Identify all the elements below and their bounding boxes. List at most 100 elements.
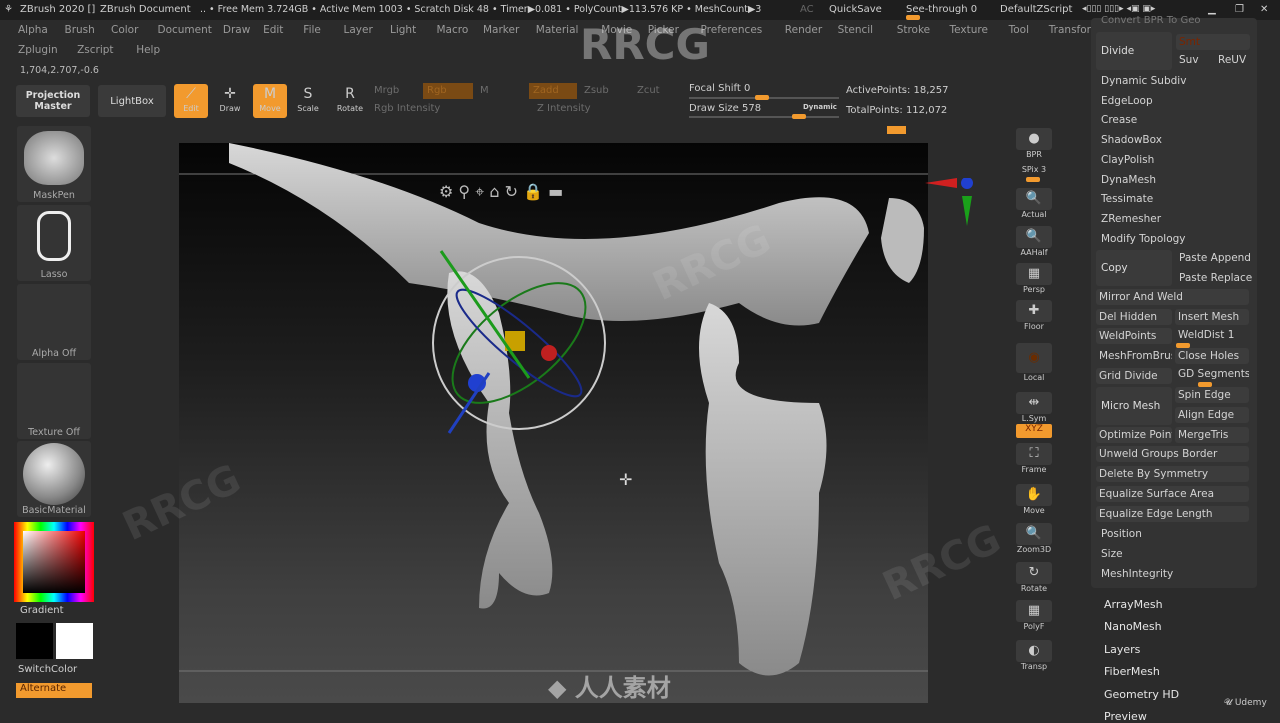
- modify-topology-header[interactable]: Modify Topology: [1101, 233, 1186, 245]
- paste-append-button[interactable]: Paste Append: [1179, 252, 1251, 264]
- menu-zplugin[interactable]: Zplugin: [18, 44, 58, 56]
- menu-picker[interactable]: Picker: [648, 24, 679, 36]
- draw-size-knob[interactable]: [792, 114, 806, 119]
- draw-size-slider[interactable]: Draw Size 578: [689, 103, 761, 114]
- minimize-icon[interactable]: ▁: [1208, 4, 1216, 15]
- menu-material[interactable]: Material: [536, 24, 579, 36]
- lsym-button[interactable]: ⇹ L.Sym: [1016, 392, 1052, 423]
- rotate-mode-button[interactable]: R Rotate: [333, 84, 367, 113]
- quicksave-button[interactable]: QuickSave: [829, 4, 882, 15]
- divide-button[interactable]: Divide: [1096, 32, 1172, 70]
- menu-file[interactable]: File: [303, 24, 321, 36]
- menu-alpha[interactable]: Alpha: [18, 24, 48, 36]
- zsub-button[interactable]: Zsub: [584, 85, 609, 96]
- ac-button[interactable]: AC: [800, 4, 814, 15]
- menu-stroke[interactable]: Stroke: [897, 24, 930, 36]
- zremesher-subpalette[interactable]: ZRemesher: [1101, 213, 1161, 225]
- rotate-button[interactable]: ↻ Rotate: [1016, 562, 1052, 593]
- weldpoints-button[interactable]: WeldPoints: [1096, 328, 1172, 344]
- convert-bpr-header[interactable]: Convert BPR To Geo: [1101, 15, 1200, 26]
- rgb-button[interactable]: Rgb: [423, 83, 473, 99]
- spix-slider[interactable]: SPix 3: [1016, 165, 1052, 182]
- close-icon[interactable]: ✕: [1260, 4, 1268, 15]
- menu-stencil[interactable]: Stencil: [838, 24, 874, 36]
- move-button[interactable]: ✋ Move: [1016, 484, 1052, 515]
- alternate-button[interactable]: Alternate: [16, 683, 92, 698]
- menu-light[interactable]: Light: [390, 24, 416, 36]
- menu-draw[interactable]: Draw: [223, 24, 250, 36]
- shelf-resize-handle[interactable]: [887, 126, 906, 134]
- xyz-toggle[interactable]: XYZ: [1016, 424, 1052, 438]
- tessimate-subpalette[interactable]: Tessimate: [1101, 193, 1153, 205]
- primary-color-swatch[interactable]: [56, 623, 93, 659]
- suv-toggle[interactable]: Suv: [1179, 54, 1199, 66]
- axis-orientation-icon[interactable]: [925, 177, 975, 231]
- menu-edit[interactable]: Edit: [263, 24, 283, 36]
- copy-button[interactable]: Copy: [1096, 250, 1172, 286]
- see-through-knob[interactable]: [906, 15, 920, 20]
- transp-button[interactable]: ◐ Transp: [1016, 640, 1052, 671]
- spin-edge-button[interactable]: Spin Edge: [1175, 387, 1249, 403]
- equalize-surface-area-button[interactable]: Equalize Surface Area: [1096, 486, 1249, 502]
- scale-mode-button[interactable]: S Scale: [291, 84, 325, 113]
- restore-icon[interactable]: ❐: [1235, 4, 1244, 15]
- bpr-button[interactable]: ● BPR: [1016, 128, 1052, 159]
- del-hidden-button[interactable]: Del Hidden: [1096, 309, 1172, 325]
- m-button[interactable]: M: [480, 85, 489, 96]
- equalize-edge-length-button[interactable]: Equalize Edge Length: [1096, 506, 1249, 522]
- reuv-button[interactable]: ReUV: [1218, 54, 1246, 66]
- menu-help[interactable]: Help: [136, 44, 160, 56]
- spix-knob[interactable]: [1026, 177, 1040, 182]
- color-picker[interactable]: [14, 522, 94, 602]
- stroke-selector[interactable]: Lasso: [17, 205, 91, 281]
- menu-texture[interactable]: Texture: [950, 24, 988, 36]
- zadd-button[interactable]: Zadd: [529, 83, 577, 99]
- projection-master-button[interactable]: Projection Master: [16, 85, 90, 117]
- paste-replace-button[interactable]: Paste Replace: [1179, 272, 1252, 284]
- menu-tool[interactable]: Tool: [1009, 24, 1029, 36]
- close-holes-button[interactable]: Close Holes: [1175, 348, 1249, 364]
- insert-mesh-button[interactable]: Insert Mesh: [1175, 309, 1249, 325]
- micro-mesh-button[interactable]: Micro Mesh: [1096, 387, 1172, 425]
- see-through-slider[interactable]: See-through 0: [906, 4, 977, 15]
- edgeloop-subpalette[interactable]: EdgeLoop: [1101, 95, 1153, 107]
- polyf-button[interactable]: ▦ PolyF: [1016, 600, 1052, 631]
- preview-subpalette[interactable]: Preview: [1104, 710, 1147, 723]
- gradient-toggle[interactable]: Gradient: [20, 605, 64, 616]
- smt-toggle[interactable]: Smt: [1176, 34, 1250, 50]
- local-button[interactable]: ◉ Local: [1016, 343, 1052, 382]
- dynamic-subdiv-subpalette[interactable]: Dynamic Subdiv: [1101, 75, 1186, 87]
- dynamic-toggle[interactable]: Dynamic: [803, 103, 837, 111]
- menu-movie[interactable]: Movie: [601, 24, 632, 36]
- zcut-button[interactable]: Zcut: [637, 85, 660, 96]
- draw-mode-button[interactable]: ✛ Draw: [213, 84, 247, 113]
- menu-zscript[interactable]: Zscript: [77, 44, 113, 56]
- aahalf-button[interactable]: 🔍 AAHalf: [1016, 226, 1052, 257]
- gd-segments-slider[interactable]: GD Segments: [1175, 366, 1249, 382]
- crease-subpalette[interactable]: Crease: [1101, 114, 1137, 126]
- menu-color[interactable]: Color: [111, 24, 138, 36]
- color-saturation-square[interactable]: [23, 531, 85, 593]
- switch-color-button[interactable]: SwitchColor: [18, 664, 77, 675]
- brush-selector[interactable]: MaskPen: [17, 126, 91, 202]
- move-mode-button[interactable]: M Move: [253, 84, 287, 118]
- texture-selector[interactable]: Texture Off: [17, 363, 91, 439]
- nanomesh-subpalette[interactable]: NanoMesh: [1104, 620, 1162, 633]
- menu-render[interactable]: Render: [785, 24, 822, 36]
- optimize-points-button[interactable]: Optimize Points: [1096, 427, 1172, 443]
- meshfrombrush-button[interactable]: MeshFromBrush: [1096, 348, 1172, 364]
- layout-arrows-icon[interactable]: ◂▯▯▯ ▯▯▯▸ ◂▣ ▣▸: [1082, 4, 1155, 14]
- claypolish-subpalette[interactable]: ClayPolish: [1101, 154, 1154, 166]
- shadowbox-subpalette[interactable]: ShadowBox: [1101, 134, 1162, 146]
- material-selector[interactable]: BasicMaterial: [17, 441, 91, 517]
- position-subpalette[interactable]: Position: [1101, 528, 1142, 540]
- focal-shift-knob[interactable]: [755, 95, 769, 100]
- secondary-color-swatch[interactable]: [16, 623, 53, 659]
- frame-button[interactable]: ⛶ Frame: [1016, 443, 1052, 474]
- rgb-intensity-slider[interactable]: Rgb Intensity: [374, 103, 440, 114]
- meshintegrity-subpalette[interactable]: MeshIntegrity: [1101, 568, 1173, 580]
- mirror-and-weld-button[interactable]: Mirror And Weld: [1096, 289, 1249, 305]
- floor-button[interactable]: ✚ Floor: [1016, 300, 1052, 331]
- focal-shift-track[interactable]: [689, 95, 839, 100]
- persp-button[interactable]: ▦ Persp: [1016, 263, 1052, 294]
